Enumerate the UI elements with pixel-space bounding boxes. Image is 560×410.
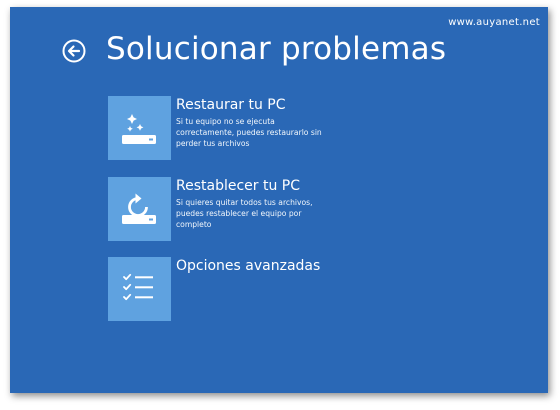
recovery-screen: www.auyanet.net Solucionar problemas Res…	[10, 7, 548, 393]
reset-drive-circular-arrow-icon	[108, 177, 171, 241]
refresh-drive-sparkle-icon	[108, 96, 171, 160]
option-reset-pc[interactable]: Restablecer tu PC Si quieres quitar todo…	[108, 177, 428, 241]
back-arrow-circle-icon[interactable]	[62, 39, 86, 63]
option-title: Restablecer tu PC	[176, 178, 301, 194]
description-line: Si quieres quitar todos tus archivos,	[176, 198, 313, 207]
option-text: Restablecer tu PC Si quieres quitar todo…	[176, 177, 426, 231]
checklist-icon	[108, 257, 171, 321]
option-title: Opciones avanzadas	[176, 258, 321, 274]
page-title: Solucionar problemas	[106, 31, 447, 67]
description-line: puedes restablecer el equipo por	[176, 209, 302, 219]
option-description: Si tu equipo no se ejecuta correctamente…	[176, 116, 426, 150]
option-text: Opciones avanzadas	[176, 257, 426, 274]
option-title: Restaurar tu PC	[176, 97, 286, 113]
option-description: Si quieres quitar todos tus archivos, pu…	[176, 197, 426, 231]
option-advanced[interactable]: Opciones avanzadas	[108, 257, 428, 321]
option-text: Restaurar tu PC Si tu equipo no se ejecu…	[176, 96, 426, 150]
description-line: correctamente, puedes restaurarlo sin	[176, 128, 322, 138]
description-line: Si tu equipo no se ejecuta	[176, 117, 275, 126]
description-line: completo	[176, 220, 212, 230]
description-line: perder tus archivos	[176, 139, 250, 149]
option-refresh-pc[interactable]: Restaurar tu PC Si tu equipo no se ejecu…	[108, 96, 428, 160]
watermark: www.auyanet.net	[448, 17, 540, 28]
